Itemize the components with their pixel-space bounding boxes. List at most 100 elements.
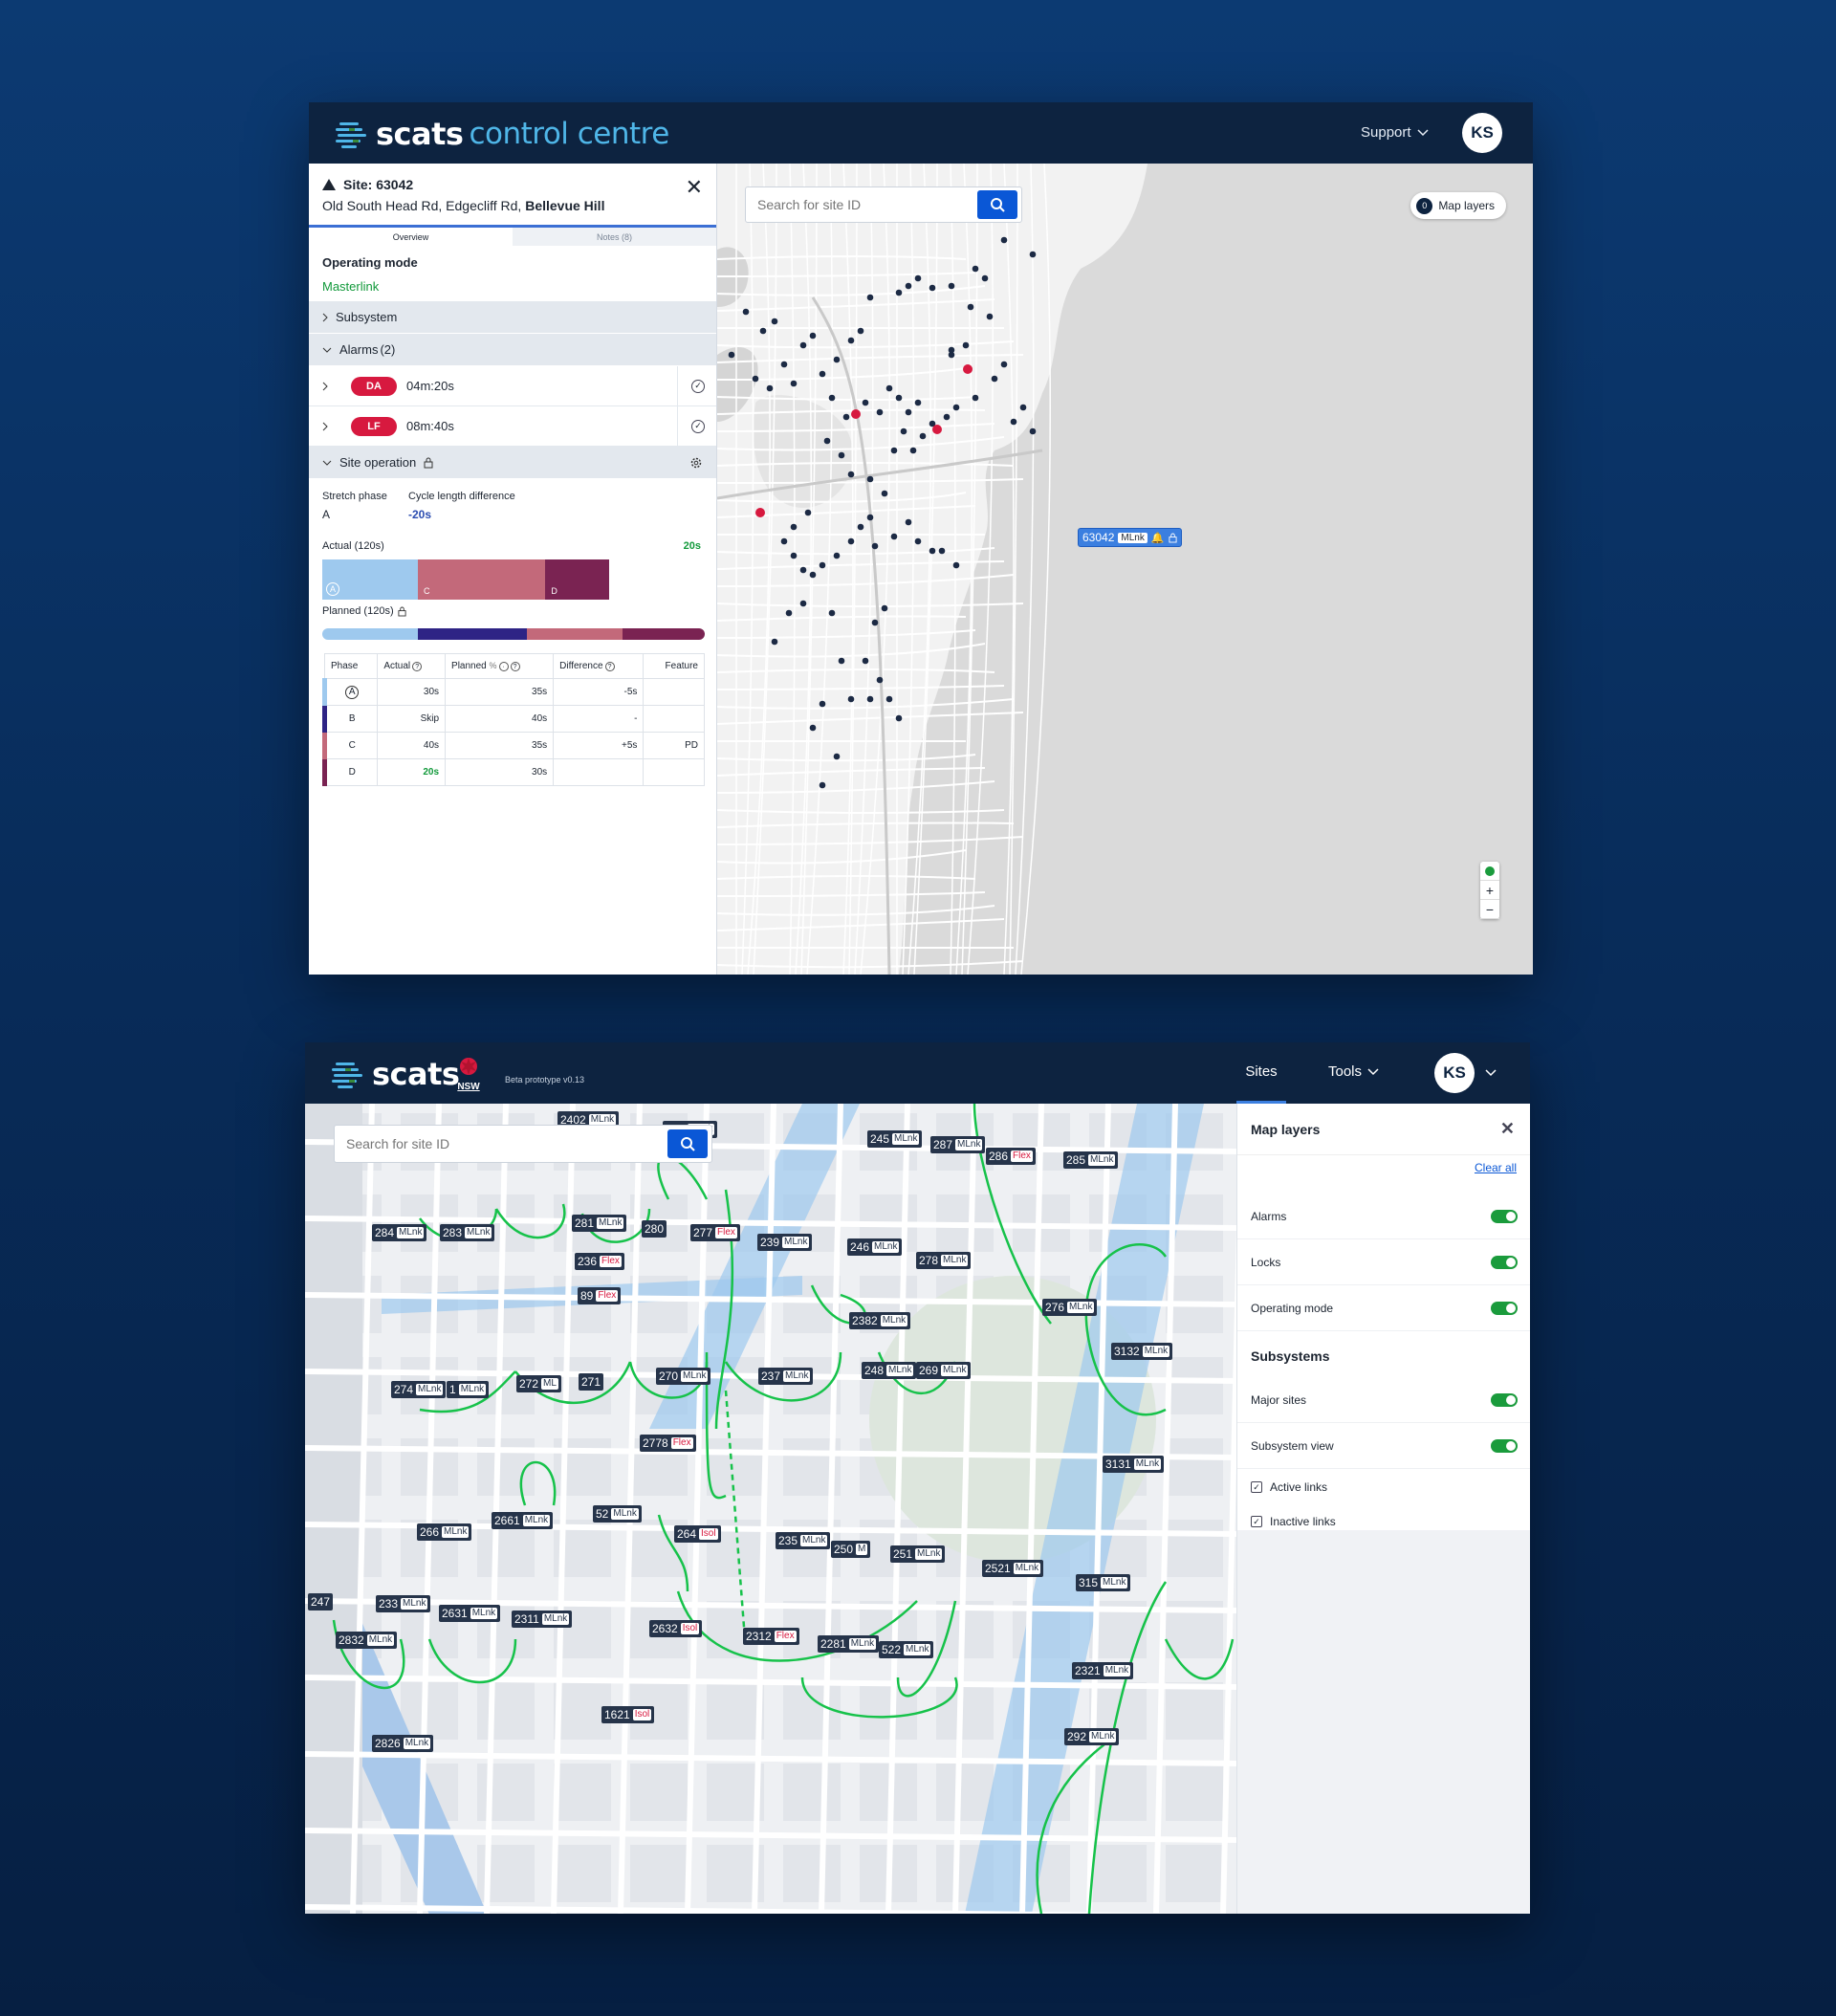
site-marker[interactable]: 1 MLnk: [447, 1381, 490, 1398]
site-marker[interactable]: 284 MLnk: [372, 1224, 427, 1241]
scats-logo[interactable]: scats: [332, 1056, 460, 1092]
site-marker[interactable]: 246 MLnk: [847, 1238, 903, 1256]
site-marker[interactable]: 2311 MLnk: [512, 1611, 573, 1628]
site-marker[interactable]: 2521 MLnk: [982, 1560, 1044, 1577]
sites-map[interactable]: 2402MLnk288MLnk245MLnk287MLnk286Flex285M…: [305, 1104, 1236, 1914]
nav-tools[interactable]: Tools: [1328, 1063, 1379, 1080]
site-marker[interactable]: 2382 MLnk: [849, 1312, 911, 1329]
site-marker[interactable]: 52 MLnk: [593, 1505, 642, 1523]
site-marker[interactable]: 248 MLnk: [862, 1362, 917, 1379]
site-marker[interactable]: 251 MLnk: [890, 1545, 946, 1563]
site-marker[interactable]: 89 Flex: [578, 1287, 622, 1304]
percent-icon[interactable]: %: [490, 661, 497, 670]
site-marker[interactable]: 287 MLnk: [930, 1136, 986, 1153]
site-marker[interactable]: 235 MLnk: [776, 1532, 831, 1549]
layer-locks[interactable]: Locks: [1237, 1239, 1530, 1285]
scats-logo[interactable]: scats control centre: [336, 116, 669, 152]
toggle-switch[interactable]: [1491, 1438, 1518, 1453]
checkbox-checked-icon[interactable]: ✓: [1251, 1516, 1262, 1527]
site-marker[interactable]: 269 MLnk: [916, 1362, 972, 1379]
subsystem-row[interactable]: Subsystem: [309, 301, 716, 334]
search-input[interactable]: [335, 1136, 667, 1151]
site-marker[interactable]: 276 MLnk: [1042, 1299, 1098, 1316]
site-marker[interactable]: 2778 Flex: [640, 1435, 696, 1452]
tab-overview[interactable]: Overview: [309, 228, 513, 246]
toggle-switch[interactable]: [1491, 1209, 1518, 1223]
support-menu[interactable]: Support: [1361, 124, 1429, 141]
checkbox-checked-icon[interactable]: ✓: [1251, 1481, 1262, 1493]
selected-site-callout[interactable]: 63042 MLnk 🔔: [1078, 528, 1182, 547]
site-marker[interactable]: 245 MLnk: [867, 1130, 923, 1148]
map-layers-button[interactable]: 0 Map layers: [1410, 192, 1506, 219]
site-marker[interactable]: 2312 Flex: [743, 1628, 799, 1645]
site-marker[interactable]: 271: [579, 1373, 604, 1391]
site-marker[interactable]: 239 MLnk: [757, 1234, 813, 1251]
search-button[interactable]: [977, 190, 1017, 219]
search-input[interactable]: [746, 197, 977, 212]
site-marker[interactable]: 3132 MLnk: [1111, 1343, 1173, 1360]
site-marker[interactable]: 272 ML: [516, 1375, 561, 1392]
site-marker[interactable]: 2321 MLnk: [1072, 1662, 1134, 1679]
site-marker[interactable]: 2281 MLnk: [818, 1635, 880, 1653]
toggle-switch[interactable]: [1491, 1255, 1518, 1269]
site-marker[interactable]: 2826 MLnk: [372, 1735, 434, 1752]
alarms-row[interactable]: Alarms (2): [309, 334, 716, 366]
search-button[interactable]: [667, 1129, 708, 1158]
help-icon[interactable]: ?: [412, 662, 423, 671]
layer-subsystem-view[interactable]: Subsystem view: [1237, 1423, 1530, 1469]
site-marker[interactable]: 274 MLnk: [391, 1381, 447, 1398]
help-icon[interactable]: ?: [604, 662, 615, 671]
nav-sites[interactable]: Sites: [1236, 1042, 1286, 1104]
site-marker[interactable]: 270 MLnk: [656, 1368, 711, 1385]
chevron-down-icon[interactable]: [1485, 1069, 1497, 1077]
site-marker[interactable]: 280: [642, 1220, 667, 1238]
toggle-switch[interactable]: [1491, 1301, 1518, 1315]
layer-alarms[interactable]: Alarms: [1237, 1194, 1530, 1239]
site-marker[interactable]: 247: [308, 1593, 334, 1611]
site-marker[interactable]: 2661 MLnk: [492, 1512, 554, 1529]
acknowledge-check-icon[interactable]: ✓: [691, 419, 705, 433]
site-marker[interactable]: 278 MLnk: [916, 1252, 972, 1269]
clear-all-link[interactable]: Clear all: [1475, 1161, 1517, 1174]
site-marker[interactable]: 522 MLnk: [879, 1641, 934, 1658]
inactive-links-checkbox[interactable]: ✓ Inactive links: [1251, 1515, 1336, 1528]
site-marker[interactable]: 281 MLnk: [572, 1215, 627, 1232]
site-marker[interactable]: 286 Flex: [986, 1148, 1036, 1165]
location-dot-icon[interactable]: [1480, 862, 1499, 881]
site-marker[interactable]: 2631 MLnk: [439, 1605, 501, 1622]
toggle-switch[interactable]: [1491, 1392, 1518, 1407]
zoom-in-button[interactable]: +: [1480, 881, 1499, 900]
site-marker[interactable]: 3131 MLnk: [1103, 1456, 1165, 1473]
site-marker[interactable]: 285 MLnk: [1063, 1151, 1119, 1169]
tab-notes[interactable]: Notes (8): [513, 228, 716, 246]
site-marker[interactable]: 233 MLnk: [376, 1595, 431, 1612]
zoom-out-button[interactable]: −: [1480, 900, 1499, 919]
help-icon[interactable]: ?: [510, 662, 520, 671]
close-icon[interactable]: ✕: [1500, 1119, 1515, 1139]
close-icon[interactable]: ✕: [686, 177, 703, 198]
site-marker[interactable]: 292 MLnk: [1064, 1728, 1120, 1745]
site-marker[interactable]: 237 MLnk: [758, 1368, 814, 1385]
acknowledge-check-icon[interactable]: ✓: [691, 379, 705, 393]
map-view[interactable]: 0 Map layers 63042 MLnk 🔔 + −: [717, 164, 1533, 975]
site-marker[interactable]: 315 MLnk: [1076, 1574, 1131, 1591]
site-marker[interactable]: 2632 Isol: [649, 1620, 703, 1637]
site-marker[interactable]: 236 Flex: [575, 1253, 624, 1270]
site-marker[interactable]: 283 MLnk: [440, 1224, 495, 1241]
site-operation-row[interactable]: Site operation: [309, 447, 716, 479]
layer-major-sites[interactable]: Major sites: [1237, 1377, 1530, 1423]
site-marker[interactable]: 1621 Isol: [601, 1706, 655, 1723]
gear-icon[interactable]: [689, 456, 703, 470]
active-links-checkbox[interactable]: ✓ Active links: [1251, 1480, 1327, 1494]
layer-operating-mode[interactable]: Operating mode: [1237, 1285, 1530, 1331]
alarm-item[interactable]: LF 08m:40s ✓: [309, 406, 716, 447]
site-marker[interactable]: 250 M: [831, 1541, 871, 1558]
avatar[interactable]: KS: [1462, 113, 1502, 153]
alarm-item[interactable]: DA 04m:20s ✓: [309, 366, 716, 406]
avatar[interactable]: KS: [1434, 1053, 1475, 1093]
clock-icon[interactable]: ·: [498, 662, 509, 671]
site-marker[interactable]: 277 Flex: [690, 1224, 740, 1241]
site-marker[interactable]: 264 Isol: [674, 1525, 721, 1543]
site-marker[interactable]: 2832 MLnk: [336, 1632, 398, 1649]
site-marker[interactable]: 266 MLnk: [417, 1523, 472, 1541]
